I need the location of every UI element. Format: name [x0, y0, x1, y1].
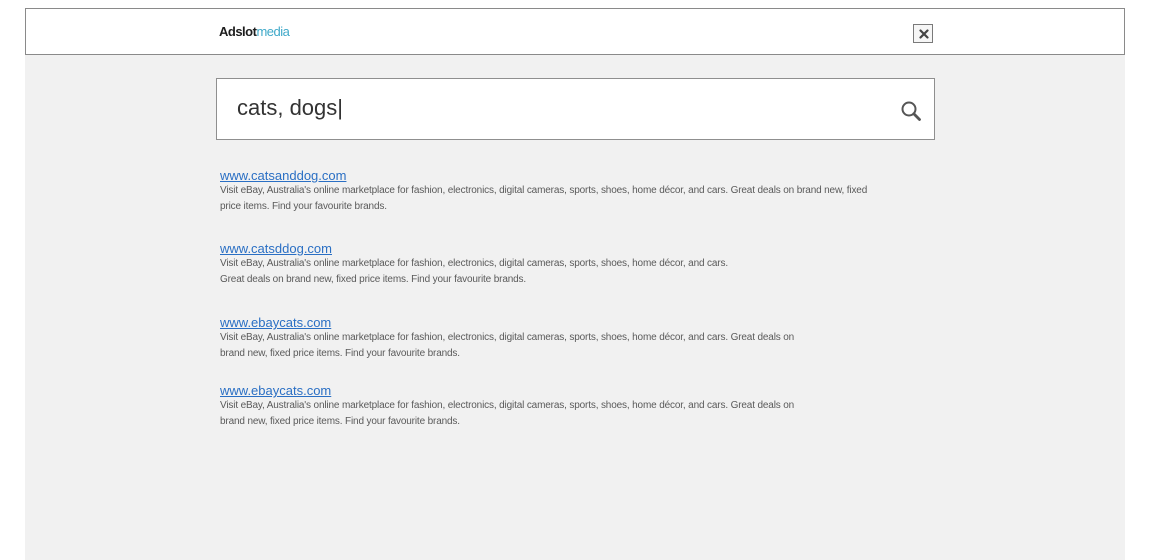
result-link[interactable]: www.catsanddog.com: [220, 168, 867, 183]
result-description-line: brand new, fixed price items. Find your …: [220, 416, 460, 427]
result-description: Visit eBay, Australia's online marketpla…: [220, 256, 728, 288]
result-description: Visit eBay, Australia's online marketpla…: [220, 183, 867, 215]
result-link[interactable]: www.catsddog.com: [220, 241, 728, 256]
result-link[interactable]: www.ebaycats.com: [220, 315, 794, 330]
result-item: www.catsddog.com Visit eBay, Australia's…: [220, 241, 728, 288]
result-description-line: Visit eBay, Australia's online marketpla…: [220, 185, 868, 196]
close-icon: [919, 29, 929, 39]
search-input-value: cats, dogs: [237, 95, 338, 120]
result-item: www.ebaycats.com Visit eBay, Australia's…: [220, 315, 794, 362]
header-bar: Adslotmedia: [25, 8, 1125, 55]
result-item: www.catsanddog.com Visit eBay, Australia…: [220, 168, 867, 215]
text-caret: |: [337, 95, 343, 120]
result-description: Visit eBay, Australia's online marketpla…: [220, 330, 794, 362]
result-link[interactable]: www.ebaycats.com: [220, 383, 794, 398]
result-description-line: price items. Find your favourite brands.: [220, 201, 387, 212]
result-description-line: Visit eBay, Australia's online marketpla…: [220, 258, 728, 269]
page-frame: Adslotmedia cats, dogs| www.catsanddog.c…: [25, 8, 1125, 560]
result-description-line: Great deals on brand new, fixed price it…: [220, 274, 527, 285]
result-item: www.ebaycats.com Visit eBay, Australia's…: [220, 383, 794, 430]
result-description: Visit eBay, Australia's online marketpla…: [220, 398, 794, 430]
result-description-line: Visit eBay, Australia's online marketpla…: [220, 332, 795, 343]
result-description-line: brand new, fixed price items. Find your …: [220, 348, 460, 359]
logo: Adslotmedia: [219, 24, 290, 40]
result-description-line: Visit eBay, Australia's online marketpla…: [220, 400, 795, 411]
logo-brand: Adslot: [219, 24, 257, 39]
search-input[interactable]: cats, dogs|: [237, 95, 343, 121]
search-box[interactable]: cats, dogs|: [216, 78, 935, 140]
close-button[interactable]: [913, 24, 933, 43]
search-icon[interactable]: [900, 100, 922, 122]
logo-accent: media: [256, 24, 290, 39]
